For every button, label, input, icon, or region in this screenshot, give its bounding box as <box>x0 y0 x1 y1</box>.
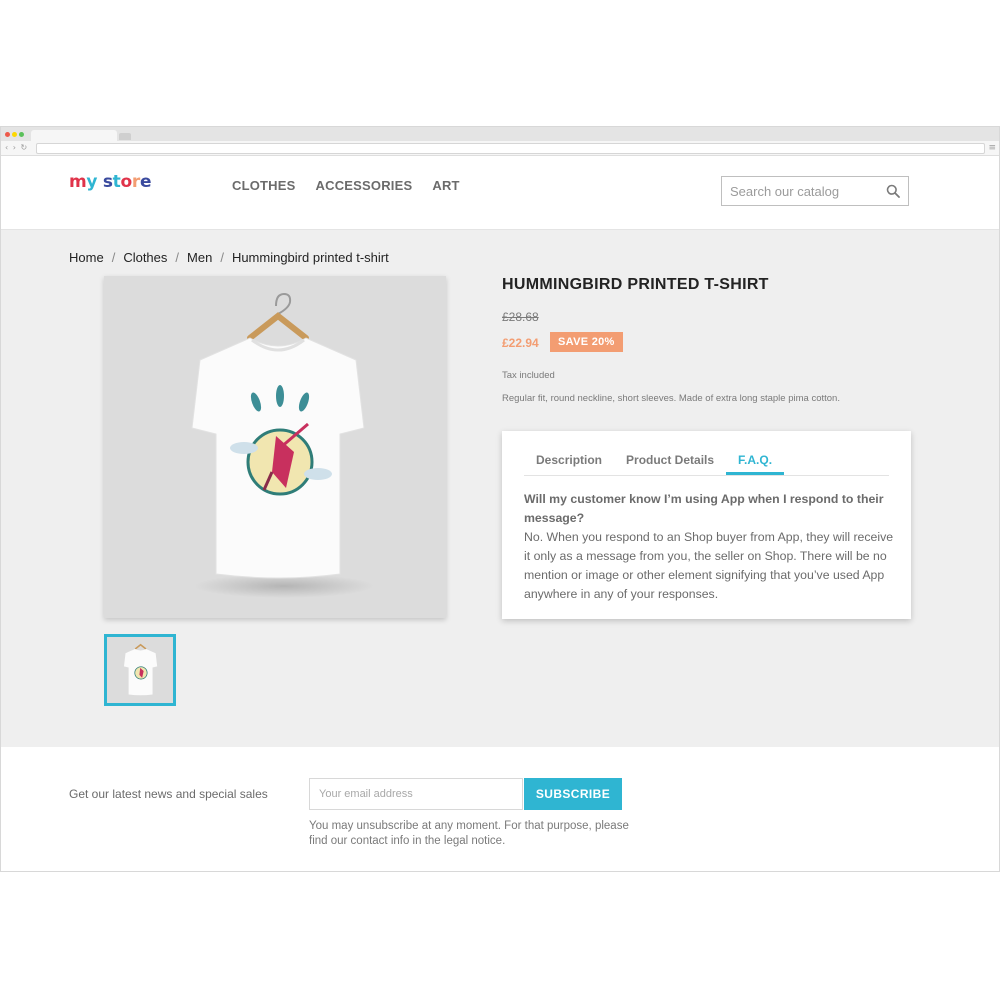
nav-item-accessories[interactable]: ACCESSORIES <box>316 178 413 193</box>
newsletter-section: Get our latest news and special sales SU… <box>1 747 999 871</box>
maximize-window-dot[interactable] <box>19 132 24 137</box>
breadcrumb-separator: / <box>220 250 224 265</box>
new-tab-button[interactable] <box>119 133 131 140</box>
subscribe-button[interactable]: SUBSCRIBE <box>524 778 622 810</box>
breadcrumb-men[interactable]: Men <box>187 250 212 265</box>
minimize-window-dot[interactable] <box>12 132 17 137</box>
logo-letter: t <box>112 172 121 192</box>
product-thumbnail[interactable] <box>104 634 176 706</box>
breadcrumb-separator: / <box>111 250 116 265</box>
tab-product-details[interactable]: Product Details <box>614 450 726 472</box>
breadcrumb-home[interactable]: Home <box>69 250 104 265</box>
site-header: my store CLOTHES ACCESSORIES ART <box>1 156 999 230</box>
product-tabs-card: Description Product Details F.A.Q. Will … <box>502 431 911 619</box>
browser-menu-icon[interactable]: ≡ <box>988 141 996 155</box>
search-icon[interactable] <box>886 184 900 198</box>
faq-answer: No. When you respond to an Shop buyer fr… <box>524 530 894 601</box>
newsletter-note: You may unsubscribe at any moment. For t… <box>309 820 629 847</box>
product-short-description: Regular fit, round neckline, short sleev… <box>502 393 840 404</box>
regular-price: £28.68 <box>502 310 539 324</box>
product-title: HUMMINGBIRD PRINTED T-SHIRT <box>502 276 769 293</box>
close-window-dot[interactable] <box>5 132 10 137</box>
store-logo[interactable]: my store <box>69 172 152 192</box>
tab-description[interactable]: Description <box>524 450 614 472</box>
newsletter-label: Get our latest news and special sales <box>69 787 268 801</box>
browser-tab-active[interactable] <box>31 130 117 141</box>
current-price: £22.94 <box>502 336 539 350</box>
breadcrumb-separator: / <box>175 250 180 265</box>
nav-item-art[interactable]: ART <box>432 178 459 193</box>
browser-window: ‹ › ↻ ≡ my store CLOTHES ACCESSORIES ART… <box>0 126 1000 872</box>
breadcrumb: Home / Clothes / Men / Hummingbird print… <box>69 250 389 265</box>
main-nav: CLOTHES ACCESSORIES ART <box>232 178 460 193</box>
logo-letter: s <box>102 172 113 192</box>
tab-faq[interactable]: F.A.Q. <box>726 450 785 475</box>
browser-address-bar: ‹ › ↻ ≡ <box>1 141 999 156</box>
tshirt-thumbnail-image <box>123 643 158 696</box>
browser-nav-arrows-icon[interactable]: ‹ › ↻ <box>5 141 28 155</box>
product-main-image[interactable] <box>104 276 446 618</box>
tshirt-image <box>191 292 374 598</box>
search-input[interactable] <box>722 177 888 205</box>
faq-question: Will my customer know I’m using App when… <box>524 492 884 525</box>
nav-item-clothes[interactable]: CLOTHES <box>232 178 296 193</box>
breadcrumb-clothes[interactable]: Clothes <box>123 250 167 265</box>
url-field[interactable] <box>36 143 985 154</box>
breadcrumb-current: Hummingbird printed t-shirt <box>231 250 389 265</box>
logo-letter: r <box>131 172 140 192</box>
tax-note: Tax included <box>502 370 555 381</box>
logo-letter: y <box>86 172 98 192</box>
logo-letter: o <box>120 172 133 192</box>
logo-letter: e <box>139 172 152 192</box>
browser-tab-bar <box>1 127 999 141</box>
product-tabs: Description Product Details F.A.Q. <box>524 450 889 476</box>
product-page: Home / Clothes / Men / Hummingbird print… <box>1 230 999 747</box>
search-box <box>721 176 909 206</box>
faq-content: Will my customer know I’m using App when… <box>524 490 894 604</box>
logo-letter: m <box>69 172 87 192</box>
discount-badge: SAVE 20% <box>550 332 623 352</box>
email-field[interactable] <box>309 778 523 810</box>
